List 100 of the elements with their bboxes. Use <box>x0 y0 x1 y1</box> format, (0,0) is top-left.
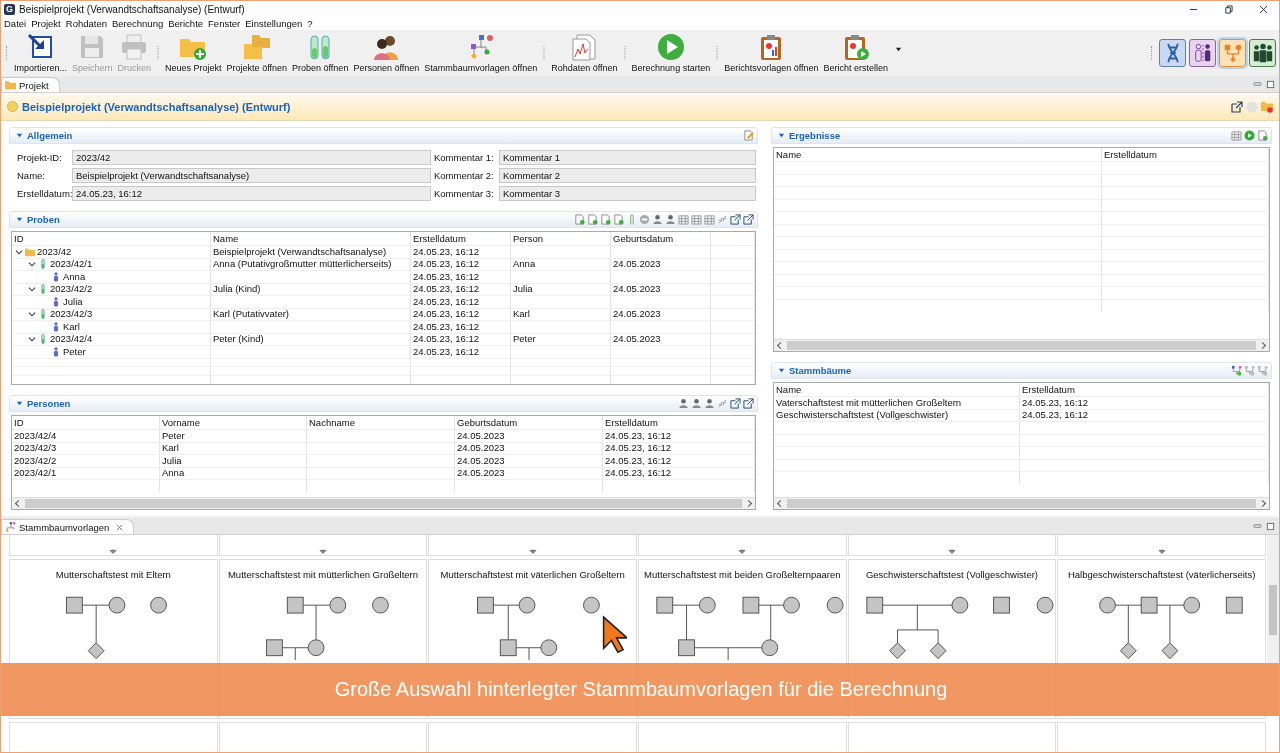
edit-icon[interactable] <box>743 130 754 141</box>
perspective-button[interactable] <box>1249 39 1276 67</box>
menu-item[interactable]: Berichte <box>168 18 204 29</box>
tree-item-label[interactable]: 2023/42 <box>37 246 72 258</box>
person-icon[interactable] <box>652 214 663 225</box>
column-header[interactable]: Erstelldatum <box>605 416 658 429</box>
tree-item-label[interactable]: 2023/42/3 <box>50 308 93 320</box>
menu-item[interactable]: Projekt <box>31 18 61 29</box>
menu-item[interactable]: Rohdaten <box>65 18 107 29</box>
toolbar-button[interactable]: Importieren... <box>12 33 70 73</box>
text-field[interactable]: Kommentar 2 <box>499 168 756 183</box>
export-icon[interactable] <box>743 398 754 409</box>
column-header[interactable]: Name <box>776 383 802 396</box>
grid-icon[interactable] <box>1231 130 1242 141</box>
play-icon[interactable] <box>1244 130 1255 141</box>
template-card[interactable]: Halbgeschwisterschaftstest (väterlicherseits) <box>1057 559 1266 719</box>
section-header[interactable]: Proben <box>9 211 758 228</box>
horizontal-scrollbar[interactable] <box>774 339 1269 351</box>
toolbar-button[interactable]: Berechnung starten <box>629 33 713 73</box>
document-icon[interactable] <box>600 214 611 225</box>
column-header[interactable]: ID <box>14 416 24 429</box>
column-header[interactable]: Geburtsdatum <box>457 416 518 429</box>
person-icon[interactable] <box>678 398 689 409</box>
document-icon[interactable] <box>1257 130 1268 141</box>
text-field[interactable]: Kommentar 1 <box>499 150 756 165</box>
vertical-scrollbar[interactable] <box>1267 535 1279 663</box>
text-field[interactable]: 2023/42 <box>72 150 431 165</box>
column-header[interactable]: Erstelldatum <box>1022 383 1075 396</box>
section-header[interactable]: Personen <box>9 395 758 412</box>
column-header[interactable]: Erstelldatum <box>413 232 466 245</box>
person-icon[interactable] <box>691 398 702 409</box>
grid-icon[interactable] <box>704 214 715 225</box>
collapse-arrow-icon[interactable] <box>778 367 785 374</box>
template-card[interactable]: Mutterschaftstest mit Eltern <box>9 559 218 719</box>
menu-item[interactable]: Einstellungen <box>245 18 303 29</box>
perspective-button[interactable] <box>1159 39 1186 67</box>
tree-item-label[interactable]: Peter <box>63 346 86 358</box>
toolbar-button[interactable]: Projekte öffnen <box>224 33 289 73</box>
column-header[interactable]: Vorname <box>162 416 201 429</box>
export-icon[interactable] <box>730 214 741 225</box>
maximize-icon[interactable] <box>1266 80 1275 89</box>
section-header[interactable]: Ergebnisse <box>771 127 1272 144</box>
column-header[interactable]: Name <box>213 232 239 245</box>
tree-item-label[interactable]: 2023/42/1 <box>50 258 93 270</box>
tree-diagram-icon[interactable] <box>1231 365 1242 376</box>
person-icon[interactable] <box>665 214 676 225</box>
text-field[interactable]: 24.05.23, 16:12 <box>72 186 431 201</box>
export-icon[interactable] <box>743 214 754 225</box>
tree-item-label[interactable]: Karl <box>63 321 80 333</box>
section-header[interactable]: Stammbäume <box>771 362 1272 379</box>
chevron-icon[interactable] <box>15 247 23 256</box>
maximize-icon[interactable] <box>1266 522 1275 531</box>
tree-item-label[interactable]: 2023/42/2 <box>50 283 93 295</box>
tree-item-label[interactable]: 2023/42/4 <box>50 333 93 345</box>
collapse-arrow-icon[interactable] <box>16 400 23 407</box>
horizontal-scrollbar[interactable] <box>774 497 1269 509</box>
menu-item[interactable]: Berechnung <box>111 18 164 29</box>
close-icon[interactable] <box>1259 4 1268 14</box>
tree-diagram-icon[interactable] <box>1257 365 1268 376</box>
toolbar-button[interactable]: Proben öffnen <box>290 33 351 73</box>
toolbar-button[interactable]: Bericht erstellen <box>821 33 891 73</box>
minus-icon[interactable] <box>639 214 650 225</box>
chevron-icon[interactable] <box>28 310 36 319</box>
folder-delete-icon[interactable] <box>1261 100 1273 113</box>
column-header[interactable]: Erstelldatum <box>1104 148 1157 161</box>
toolbar-button[interactable]: Personen öffnen <box>351 33 422 73</box>
tree-item-label[interactable]: Julia <box>63 296 83 308</box>
perspective-button[interactable] <box>1189 39 1216 67</box>
menu-item[interactable]: Datei <box>4 18 27 29</box>
tree-item-label[interactable]: Anna <box>63 271 86 283</box>
view-tab[interactable]: Projekt <box>1 77 60 92</box>
document-icon[interactable] <box>587 214 598 225</box>
collapse-arrow-icon[interactable] <box>778 132 785 139</box>
menu-item[interactable]: ? <box>307 18 313 29</box>
collapse-arrow-icon[interactable] <box>16 132 23 139</box>
toolbar-button[interactable]: Berichtsvorlagen öffnen <box>722 33 821 73</box>
view-tab[interactable]: Stammbaumvorlagen <box>1 519 135 534</box>
export-icon[interactable] <box>730 398 741 409</box>
chevron-icon[interactable] <box>28 285 36 294</box>
column-header[interactable]: Person <box>513 232 544 245</box>
chevron-icon[interactable] <box>28 260 36 269</box>
horizontal-scrollbar[interactable] <box>12 497 755 509</box>
column-header[interactable]: ID <box>14 232 24 245</box>
restore-icon[interactable] <box>1224 4 1233 14</box>
document-icon[interactable] <box>574 214 585 225</box>
document-icon[interactable] <box>613 214 624 225</box>
toolbar-button[interactable]: Rohdaten öffnen <box>549 33 620 73</box>
menu-item[interactable]: Fenster <box>208 18 241 29</box>
toolbar-button[interactable]: Neues Projekt <box>163 33 224 73</box>
toolbar-button[interactable]: Stammbaumvorlagen öffnen <box>422 33 540 73</box>
column-header[interactable]: Nachname <box>309 416 355 429</box>
column-header[interactable]: Geburtsdatum <box>613 232 674 245</box>
caret-icon[interactable] <box>895 46 903 53</box>
collapse-arrow-icon[interactable] <box>16 216 23 223</box>
grid-icon[interactable] <box>678 214 689 225</box>
tree-diagram-icon[interactable] <box>1244 365 1255 376</box>
chevron-icon[interactable] <box>28 335 36 344</box>
section-header[interactable]: Allgemein <box>9 127 758 144</box>
person-icon[interactable] <box>704 398 715 409</box>
column-header[interactable]: Name <box>776 148 802 161</box>
